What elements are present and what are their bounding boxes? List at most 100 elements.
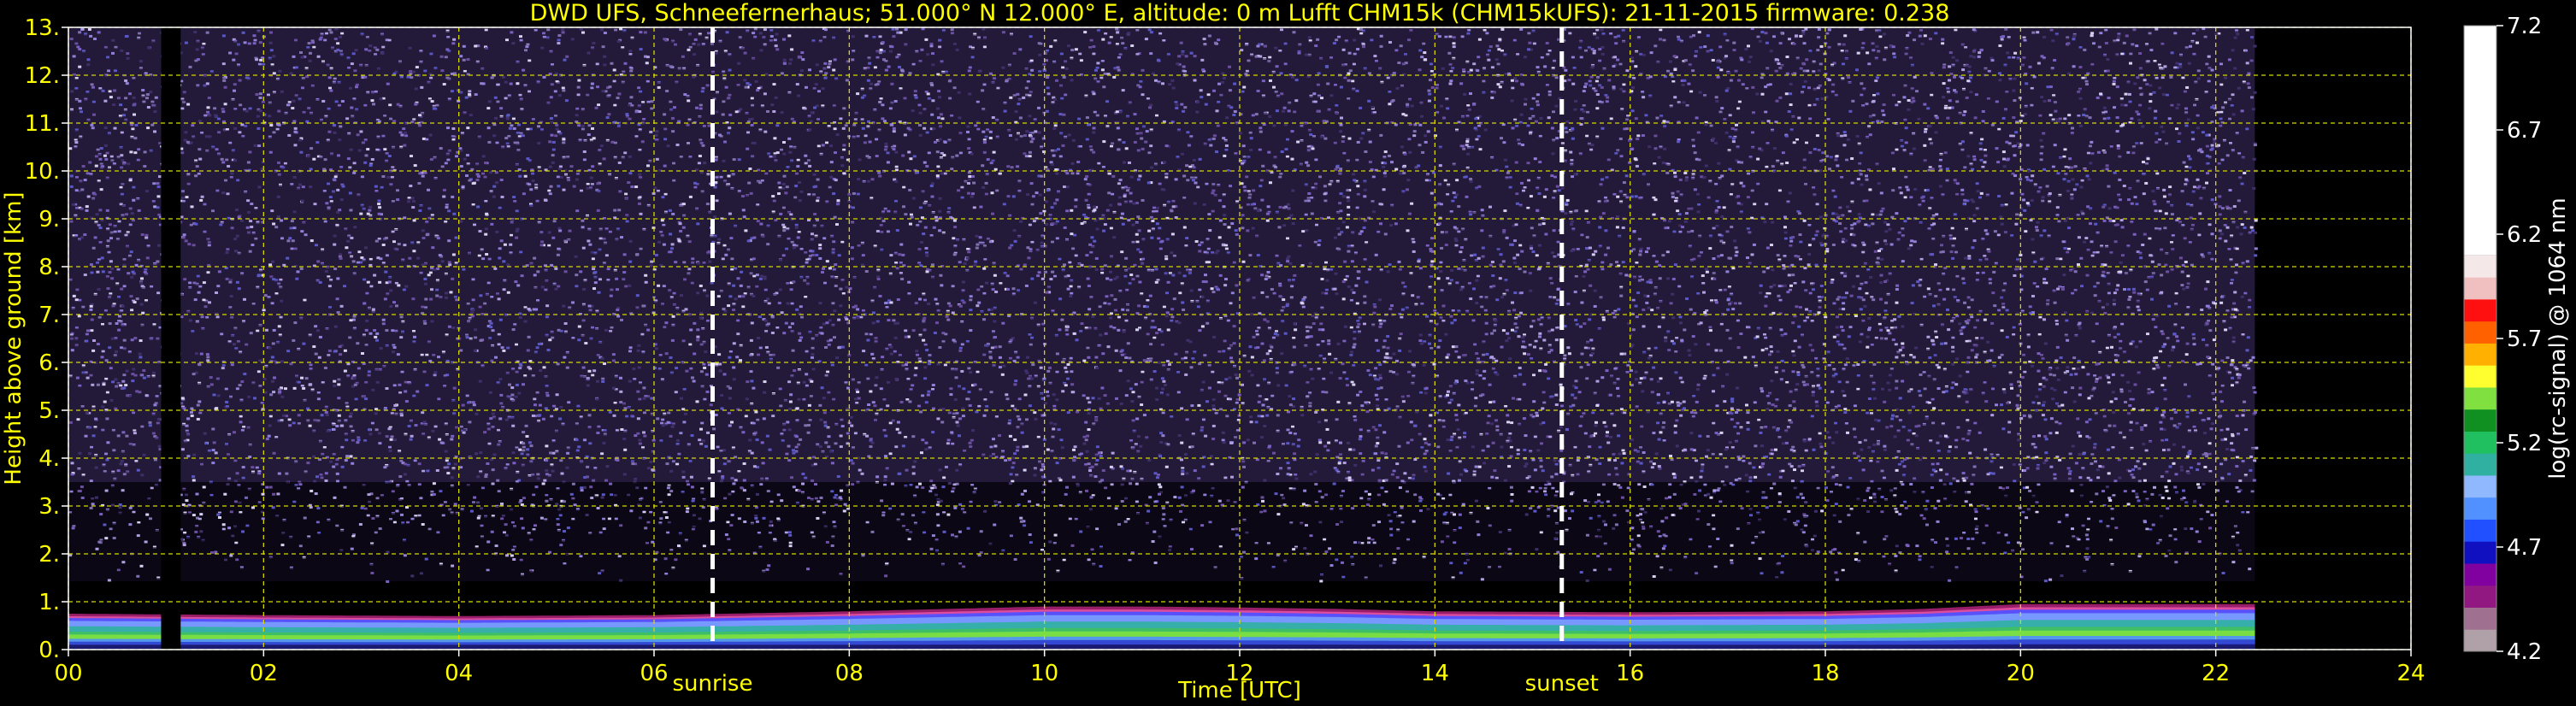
noise-speck	[1912, 99, 1916, 103]
noise-speck	[1123, 195, 1127, 198]
noise-speck	[725, 31, 729, 34]
noise-speck	[1347, 51, 1352, 55]
noise-speck	[992, 150, 996, 154]
noise-speck	[1798, 233, 1802, 237]
noise-speck	[1031, 195, 1035, 198]
noise-speck	[934, 215, 938, 219]
noise-speck	[546, 28, 551, 32]
noise-speck	[592, 137, 596, 140]
noise-speck	[2144, 181, 2149, 185]
noise-speck	[250, 226, 254, 229]
noise-speck	[729, 237, 734, 240]
noise-speck	[1383, 174, 1388, 178]
noise-speck	[2112, 82, 2116, 85]
noise-speck	[1671, 195, 1675, 198]
noise-speck	[1520, 82, 1524, 85]
noise-speck	[1085, 174, 1089, 178]
noise-speck	[1420, 56, 1424, 59]
noise-speck	[1536, 100, 1540, 103]
noise-speck	[909, 157, 913, 161]
noise-speck	[1418, 123, 1423, 126]
noise-speck	[125, 82, 129, 85]
noise-band	[68, 212, 2255, 215]
noise-speck	[2245, 62, 2249, 65]
noise-speck	[1969, 55, 1973, 58]
noise-speck	[143, 150, 147, 154]
noise-speck	[311, 41, 315, 44]
noise-speck	[1320, 97, 1323, 100]
noise-speck	[1615, 226, 1619, 229]
noise-speck	[926, 92, 930, 96]
noise-speck	[857, 178, 861, 181]
noise-speck	[132, 96, 136, 99]
noise-speck	[289, 72, 293, 75]
noise-speck	[420, 85, 424, 89]
noise-speck	[867, 120, 870, 123]
noise-speck	[2115, 85, 2119, 89]
noise-speck	[899, 243, 904, 246]
noise-speck	[816, 178, 820, 181]
noise-speck	[1147, 181, 1151, 185]
noise-speck	[205, 82, 209, 85]
noise-speck	[1552, 110, 1555, 114]
noise-speck	[2056, 172, 2060, 175]
noise-speck	[1545, 41, 1549, 44]
noise-speck	[966, 130, 970, 133]
noise-speck	[1102, 229, 1105, 232]
noise-band	[68, 48, 2255, 51]
noise-speck	[1886, 223, 1890, 227]
noise-speck	[2205, 181, 2208, 185]
noise-speck	[2012, 89, 2016, 92]
noise-speck	[705, 203, 710, 206]
noise-speck	[238, 131, 242, 134]
noise-speck	[338, 209, 342, 212]
noise-speck	[327, 76, 332, 79]
noise-speck	[1334, 236, 1337, 239]
noise-speck	[1543, 65, 1547, 68]
noise-speck	[104, 157, 109, 161]
noise-speck	[493, 96, 498, 99]
noise-speck	[968, 178, 972, 181]
noise-speck	[2188, 157, 2192, 161]
noise-speck	[249, 220, 253, 223]
noise-speck	[1379, 133, 1383, 137]
noise-speck	[742, 215, 746, 219]
noise-speck	[108, 223, 112, 227]
noise-speck	[1527, 48, 1530, 51]
noise-speck	[1955, 182, 1960, 185]
noise-speck	[306, 155, 310, 158]
noise-speck	[1053, 124, 1058, 127]
noise-speck	[1278, 205, 1282, 209]
noise-speck	[817, 90, 821, 93]
noise-speck	[2196, 69, 2201, 73]
noise-speck	[939, 113, 943, 116]
noise-speck	[814, 83, 818, 86]
noise-speck	[613, 209, 617, 212]
noise-speck	[693, 38, 698, 41]
noise-speck	[1453, 196, 1458, 199]
noise-speck	[237, 215, 241, 219]
noise-speck	[2000, 38, 2004, 41]
noise-speck	[156, 185, 161, 189]
noise-speck	[1983, 161, 1987, 164]
noise-speck	[1613, 56, 1617, 59]
noise-speck	[932, 226, 936, 229]
noise-speck	[78, 99, 82, 103]
noise-speck	[1848, 109, 1853, 113]
noise-speck	[886, 161, 890, 164]
noise-speck	[2122, 185, 2126, 188]
noise-speck	[1149, 31, 1153, 34]
noise-speck	[1444, 244, 1448, 247]
noise-speck	[1514, 161, 1518, 164]
noise-speck	[2030, 199, 2034, 203]
noise-speck	[904, 213, 908, 216]
noise-speck	[1448, 82, 1453, 85]
noise-speck	[235, 209, 239, 212]
noise-speck	[2175, 106, 2179, 109]
noise-speck	[423, 171, 427, 174]
noise-speck	[1865, 174, 1868, 178]
noise-speck	[1140, 137, 1144, 140]
noise-speck	[1141, 68, 1145, 72]
noise-band	[68, 41, 2255, 44]
noise-speck	[1105, 209, 1110, 212]
